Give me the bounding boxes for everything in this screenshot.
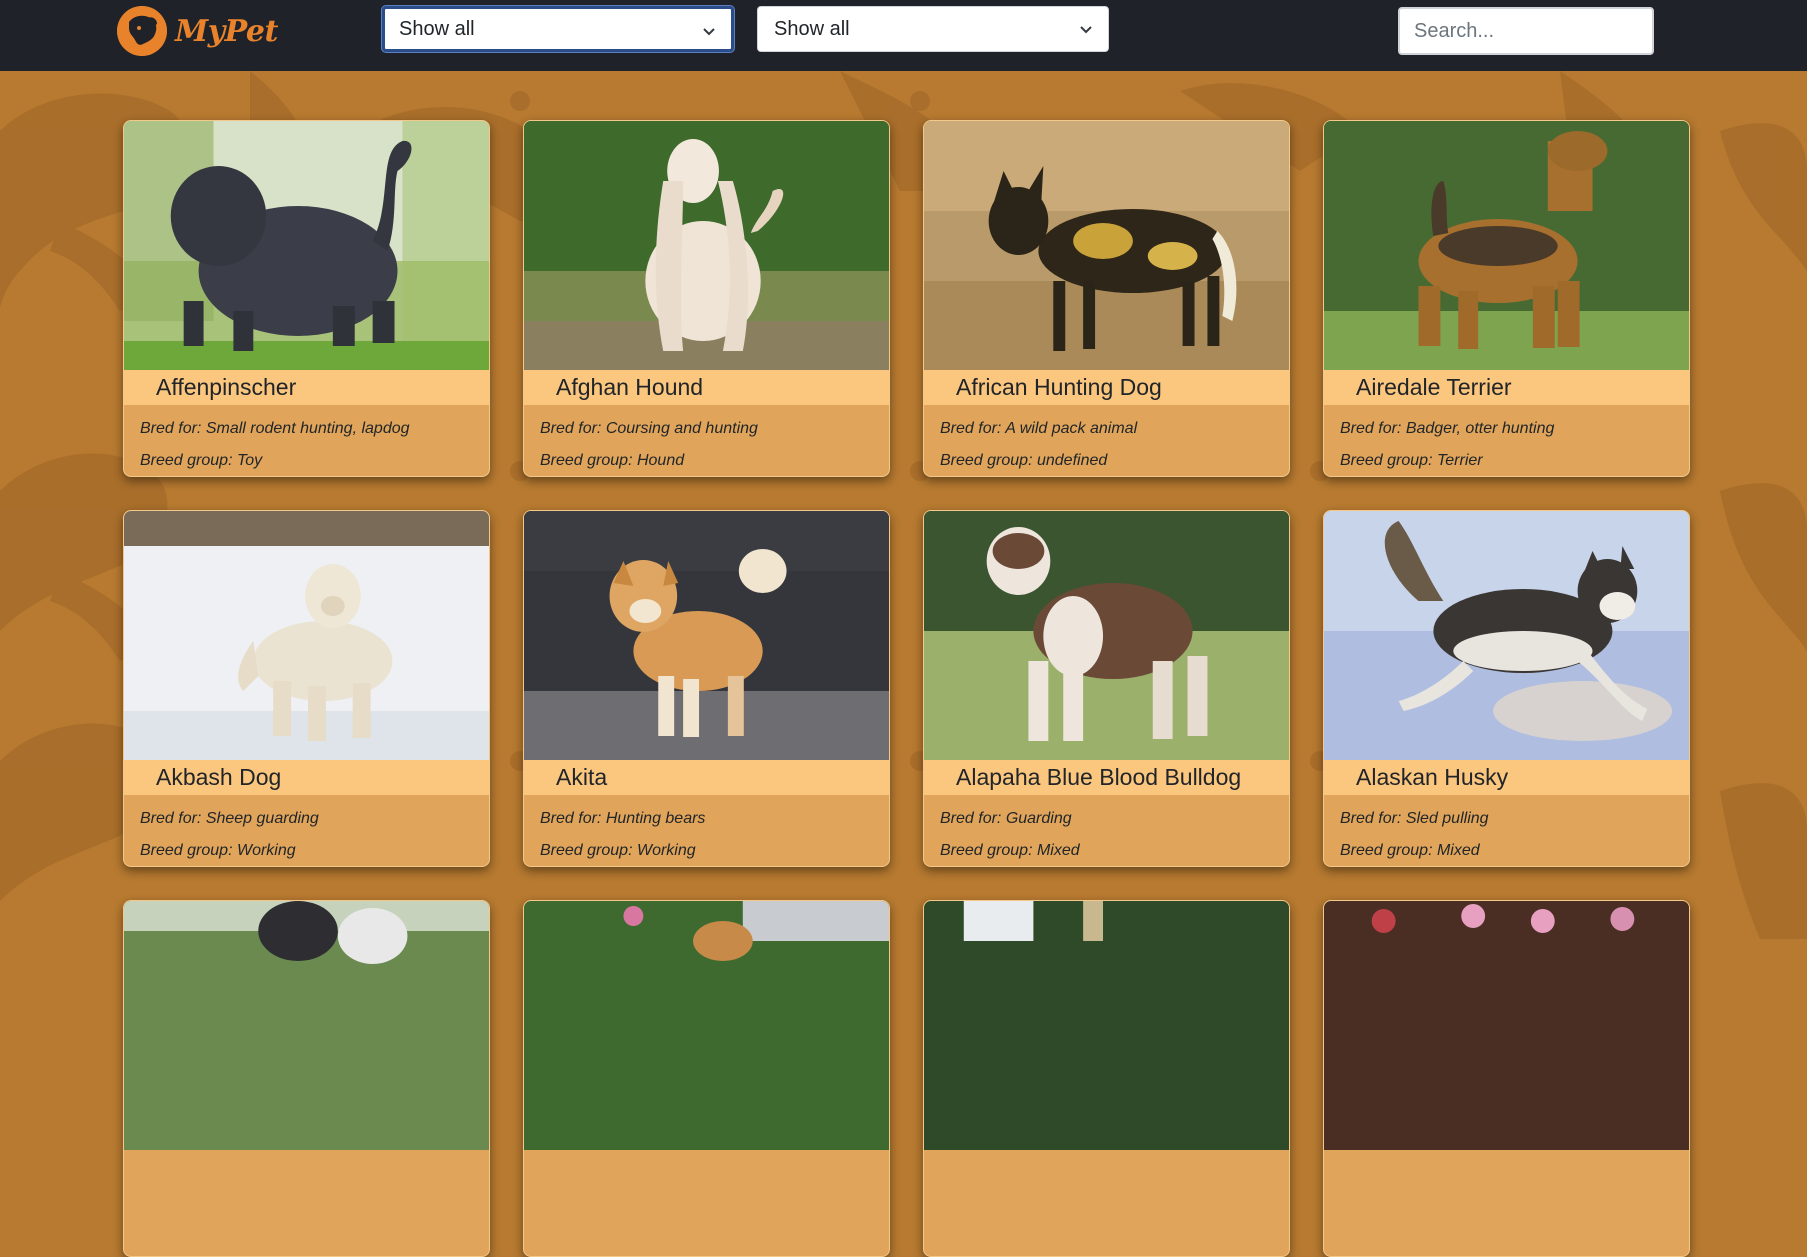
breed-group-text: Breed group: Mixed <box>1340 842 1480 859</box>
bred-for-text: Bred for: Guarding <box>940 810 1072 827</box>
breed-group-text: Breed group: Terrier <box>1340 452 1483 469</box>
breed-name: African Hunting Dog <box>924 370 1289 405</box>
chevron-down-icon <box>703 28 715 36</box>
breed-photo <box>524 511 889 760</box>
breed-group-text: Breed group: Hound <box>540 452 685 469</box>
breed-photo <box>524 901 889 1150</box>
breed-group-text: Breed group: Mixed <box>940 842 1080 859</box>
breed-card[interactable] <box>123 900 490 1257</box>
brand-logo[interactable]: MyPet <box>117 6 278 56</box>
breed-photo <box>1324 121 1689 370</box>
breed-name: Akita <box>524 760 889 795</box>
breed-photo <box>124 901 489 1150</box>
bred-for-text: Bred for: Badger, otter hunting <box>1340 420 1555 437</box>
bred-for-text: Bred for: Coursing and hunting <box>540 420 758 437</box>
breed-card[interactable]: Airedale Terrier Bred for: Badger, otter… <box>1323 120 1690 477</box>
bred-for-text: Bred for: Small rodent hunting, lapdog <box>140 420 410 437</box>
breed-photo <box>1324 901 1689 1150</box>
dog-logo-icon <box>117 6 167 56</box>
breed-card[interactable]: Akita Bred for: Hunting bears Breed grou… <box>523 510 890 867</box>
brand-name: MyPet <box>175 13 278 49</box>
search-input[interactable] <box>1398 7 1654 55</box>
breed-photo <box>924 901 1289 1150</box>
breed-card[interactable]: Alaskan Husky Bred for: Sled pulling Bre… <box>1323 510 1690 867</box>
breed-name: Alapaha Blue Blood Bulldog <box>924 760 1289 795</box>
bred-for-text: Bred for: Sheep guarding <box>140 810 319 827</box>
breed-card[interactable]: Alapaha Blue Blood Bulldog Bred for: Gua… <box>923 510 1290 867</box>
breed-group-text: Breed group: Working <box>140 842 296 859</box>
breed-photo <box>924 121 1289 370</box>
chevron-down-icon <box>1080 26 1092 34</box>
breed-card[interactable]: Akbash Dog Bred for: Sheep guarding Bree… <box>123 510 490 867</box>
breed-name: Afghan Hound <box>524 370 889 405</box>
filter-select-2-value: Show all <box>774 17 850 40</box>
breed-group-text: Breed group: Toy <box>140 452 263 469</box>
breed-card[interactable] <box>1323 900 1690 1257</box>
filter-select-1-value: Show all <box>399 17 475 40</box>
breed-photo <box>924 511 1289 760</box>
filter-select-2[interactable]: Show all <box>757 6 1109 52</box>
breed-group-text: Breed group: Working <box>540 842 696 859</box>
breed-card[interactable] <box>923 900 1290 1257</box>
bred-for-text: Bred for: A wild pack animal <box>940 420 1138 437</box>
breed-name: Airedale Terrier <box>1324 370 1689 405</box>
breed-card[interactable]: Affenpinscher Bred for: Small rodent hun… <box>123 120 490 477</box>
breed-photo <box>1324 511 1689 760</box>
bred-for-text: Bred for: Hunting bears <box>540 810 706 827</box>
breed-card[interactable]: Afghan Hound Bred for: Coursing and hunt… <box>523 120 890 477</box>
breed-photo <box>124 511 489 760</box>
breed-card[interactable]: African Hunting Dog Bred for: A wild pac… <box>923 120 1290 477</box>
breed-photo <box>524 121 889 370</box>
breed-photo <box>124 121 489 370</box>
breed-name: Akbash Dog <box>124 760 489 795</box>
filter-select-1[interactable]: Show all <box>382 6 734 52</box>
bred-for-text: Bred for: Sled pulling <box>1340 810 1489 827</box>
breed-group-text: Breed group: undefined <box>940 452 1108 469</box>
top-navbar: MyPet Show all Show all <box>0 0 1807 71</box>
breed-name: Affenpinscher <box>124 370 489 405</box>
breed-card[interactable] <box>523 900 890 1257</box>
breed-name: Alaskan Husky <box>1324 760 1689 795</box>
